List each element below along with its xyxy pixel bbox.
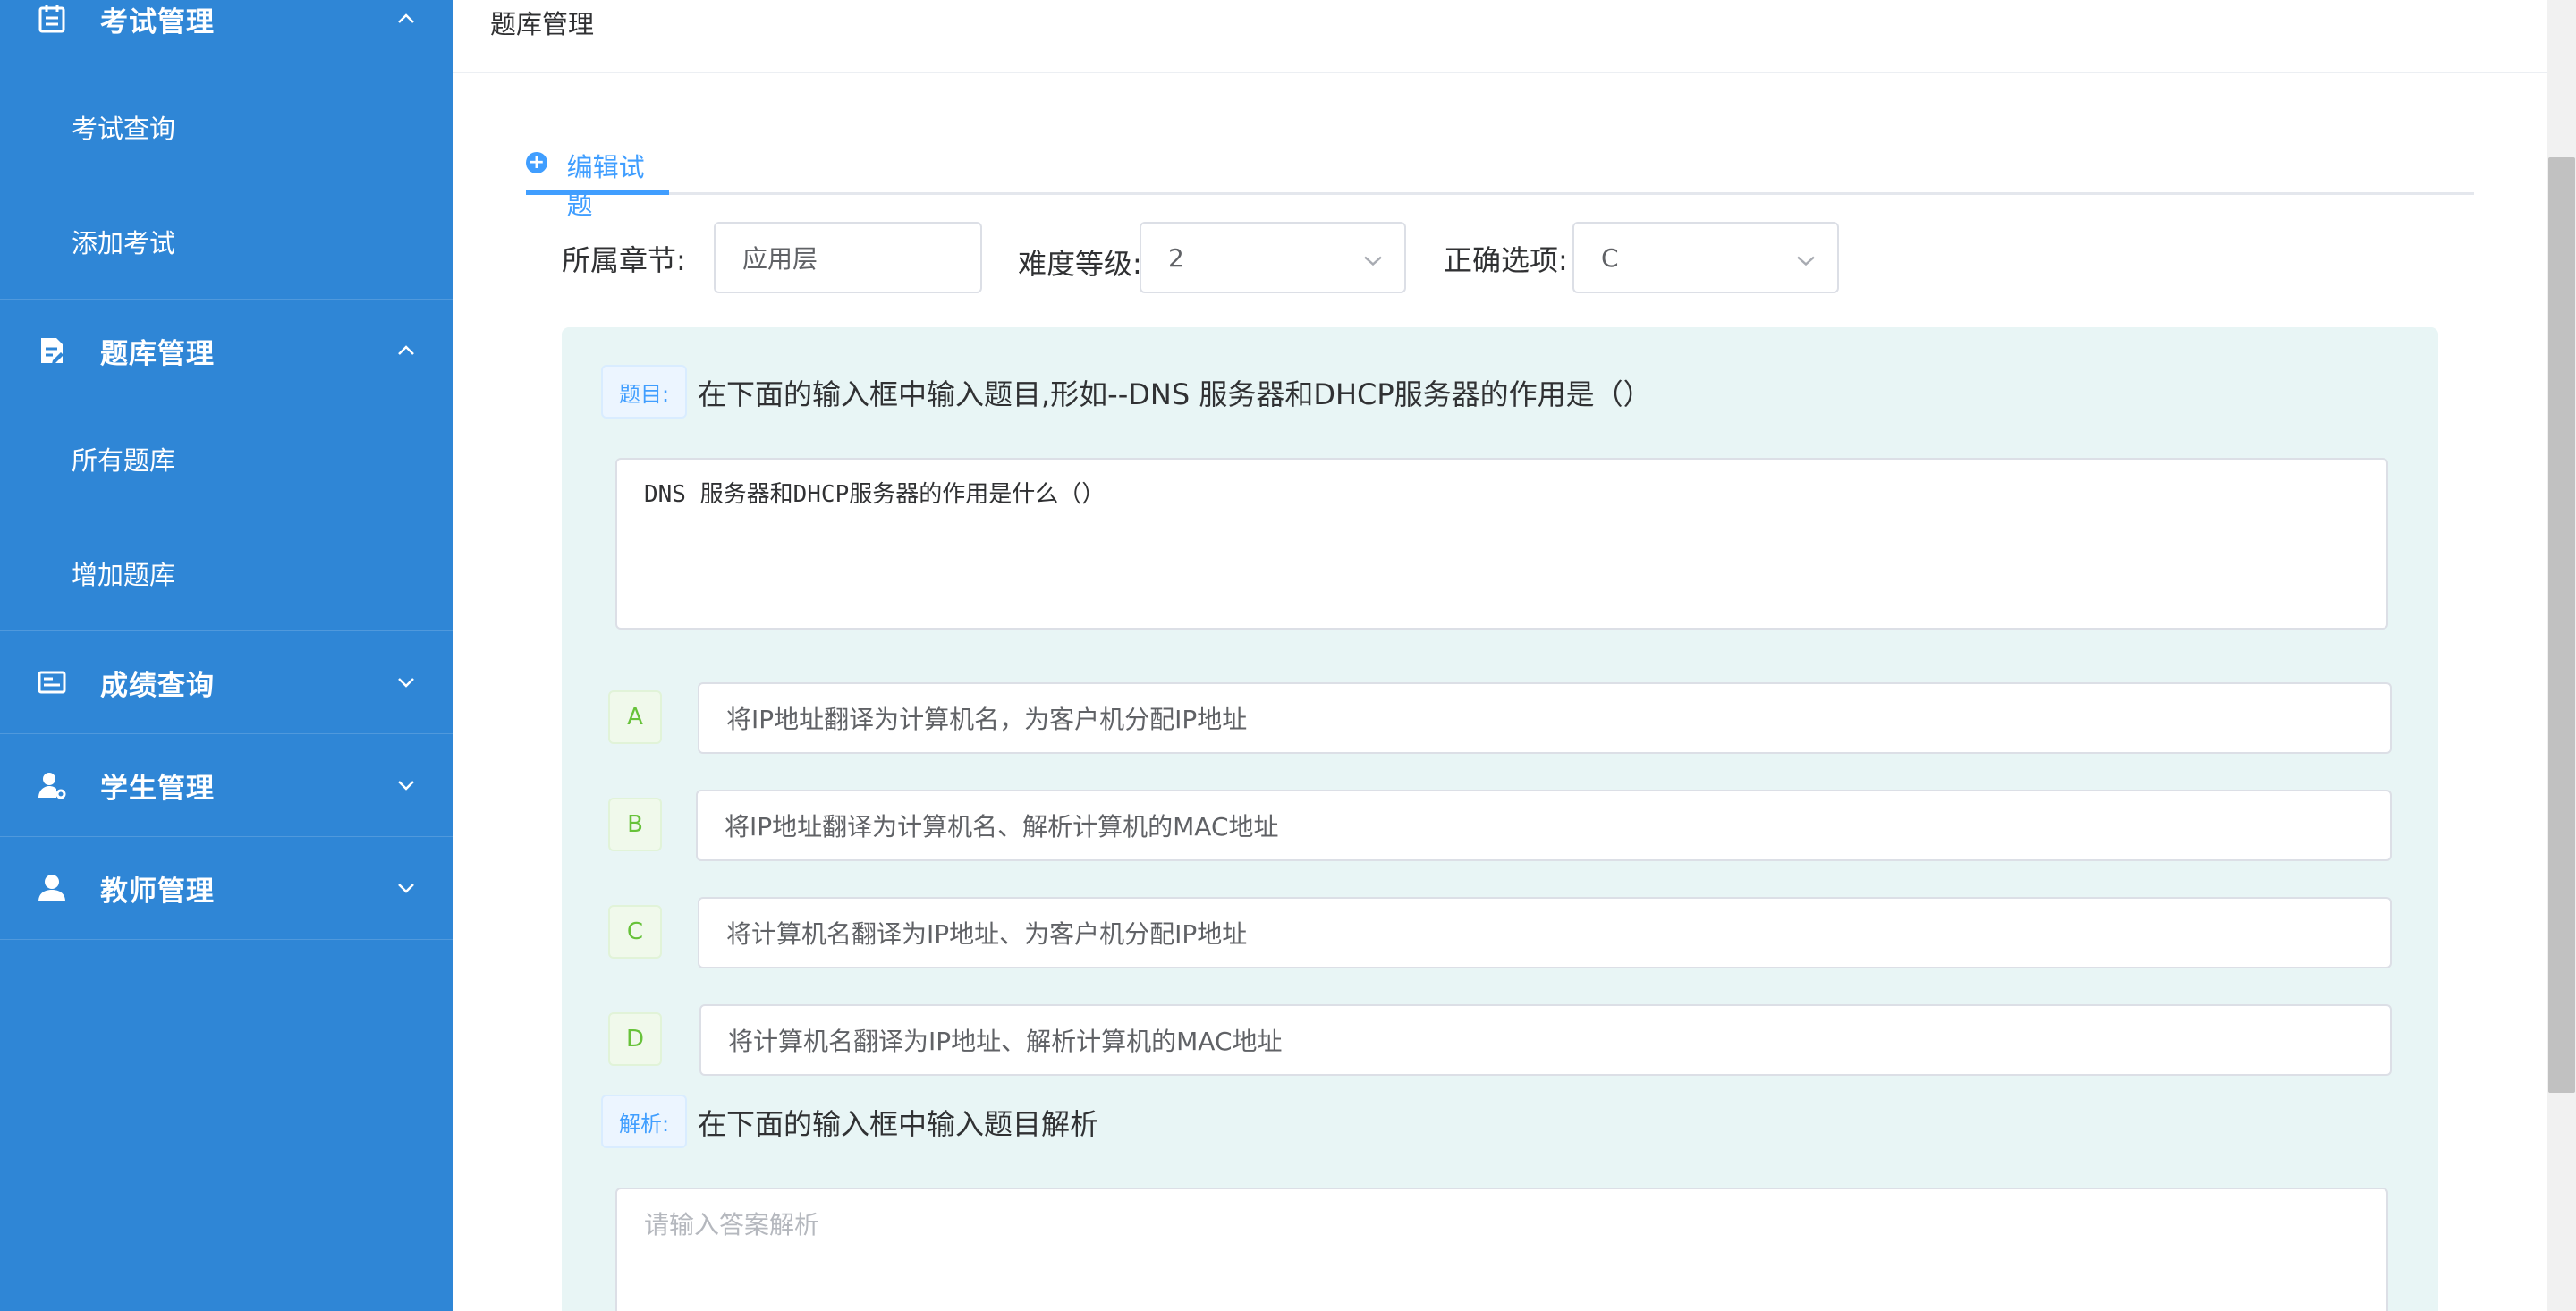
chapter-input[interactable]: 应用层 <box>714 222 982 293</box>
menu-teacher-management-label: 教师管理 <box>100 875 215 908</box>
tab-bar: + 编辑试题 <box>526 134 2474 220</box>
breadcrumb: 题库管理 <box>490 9 595 39</box>
chevron-down-icon <box>1796 243 1816 273</box>
sidebar-item-exam-query[interactable]: 考试查询 <box>0 70 453 184</box>
chevron-down-icon <box>395 774 417 796</box>
question-text: DNS 服务器和DHCP服务器的作用是什么（） <box>644 481 1106 508</box>
chevron-down-icon <box>395 877 417 899</box>
menu-group-students: 学生管理 <box>0 734 453 837</box>
sidebar-item-add-bank[interactable]: 增加题库 <box>0 516 453 630</box>
scrollbar-thumb[interactable] <box>2548 157 2575 1093</box>
calendar-icon <box>36 3 68 35</box>
analysis-hint: 在下面的输入框中输入题目解析 <box>698 1107 1099 1141</box>
menu-student-management-label: 学生管理 <box>100 772 215 805</box>
menu-group-teachers: 教师管理 <box>0 837 453 940</box>
question-hint: 在下面的输入框中输入题目,形如--DNS 服务器和DHCP服务器的作用是（） <box>698 377 1652 411</box>
option-a-input[interactable]: 将IP地址翻译为计算机名，为客户机分配IP地址 <box>698 682 2392 754</box>
analysis-textarea[interactable]: 请输入答案解析 <box>615 1188 2388 1311</box>
sidebar: 考试管理 考试查询 添加考试 题库管理 所有题库 增加题库 成绩查询 学生管理 … <box>0 0 453 1311</box>
answer-select[interactable]: C <box>1572 222 1839 293</box>
menu-student-management[interactable]: 学生管理 <box>0 734 453 836</box>
analysis-placeholder: 请输入答案解析 <box>644 1210 820 1239</box>
option-d-input[interactable]: 将计算机名翻译为IP地址、解析计算机的MAC地址 <box>699 1004 2392 1076</box>
option-d-text: 将计算机名翻译为IP地址、解析计算机的MAC地址 <box>728 1027 1283 1056</box>
menu-exam-management-label: 考试管理 <box>100 5 215 38</box>
chevron-up-icon <box>395 8 417 30</box>
chevron-up-icon <box>395 340 417 361</box>
menu-teacher-management[interactable]: 教师管理 <box>0 837 453 939</box>
option-d-tag: D <box>608 1012 662 1066</box>
option-c-text: 将计算机名翻译为IP地址、为客户机分配IP地址 <box>726 919 1248 949</box>
menu-score-query[interactable]: 成绩查询 <box>0 631 453 733</box>
menu-exam-management[interactable]: 考试管理 <box>0 0 453 70</box>
sidebar-item-label: 所有题库 <box>72 445 176 476</box>
menu-question-bank[interactable]: 题库管理 <box>0 300 453 402</box>
sidebar-item-all-banks[interactable]: 所有题库 <box>0 402 453 516</box>
menu-question-bank-label: 题库管理 <box>100 337 215 370</box>
chevron-down-icon <box>395 672 417 693</box>
menu-group-question-bank: 题库管理 所有题库 增加题库 <box>0 300 453 631</box>
sidebar-item-add-exam[interactable]: 添加考试 <box>0 184 453 299</box>
tab-edit-question[interactable]: + 编辑试题 <box>526 134 669 220</box>
question-tag: 题目: <box>601 365 688 419</box>
difficulty-value: 2 <box>1168 242 1184 273</box>
menu-score-query-label: 成绩查询 <box>100 669 215 702</box>
scorecard-icon <box>36 666 68 698</box>
menu-group-scores: 成绩查询 <box>0 631 453 734</box>
option-a-tag: A <box>608 690 662 744</box>
option-c-input[interactable]: 将计算机名翻译为IP地址、为客户机分配IP地址 <box>698 897 2392 968</box>
question-textarea[interactable]: DNS 服务器和DHCP服务器的作用是什么（） <box>615 458 2388 630</box>
user-icon <box>36 872 68 904</box>
answer-label: 正确选项: <box>1444 243 1568 277</box>
sidebar-item-label: 考试查询 <box>72 114 176 144</box>
sidebar-item-label: 增加题库 <box>72 560 176 590</box>
option-c-tag: C <box>608 905 662 959</box>
option-a-text: 将IP地址翻译为计算机名，为客户机分配IP地址 <box>726 705 1248 734</box>
option-b-tag: B <box>608 798 662 851</box>
plus-circle-icon: + <box>526 152 547 173</box>
difficulty-select[interactable]: 2 <box>1140 222 1406 293</box>
answer-value: C <box>1601 242 1619 273</box>
tab-label: 编辑试题 <box>566 152 645 220</box>
chapter-label: 所属章节: <box>562 243 686 277</box>
option-b-input[interactable]: 将IP地址翻译为计算机名、解析计算机的MAC地址 <box>696 790 2392 861</box>
chapter-value: 应用层 <box>742 244 818 274</box>
analysis-tag: 解析: <box>601 1095 688 1148</box>
option-b-text: 将IP地址翻译为计算机名、解析计算机的MAC地址 <box>724 812 1279 842</box>
menu-group-exam: 考试管理 考试查询 添加考试 <box>0 0 453 300</box>
chevron-down-icon <box>1363 243 1383 273</box>
difficulty-label: 难度等级: <box>1018 247 1142 281</box>
sidebar-item-label: 添加考试 <box>72 228 176 258</box>
top-bar: 题库管理 <box>453 0 2547 73</box>
user-settings-icon <box>36 769 68 801</box>
edit-document-icon <box>36 334 68 367</box>
